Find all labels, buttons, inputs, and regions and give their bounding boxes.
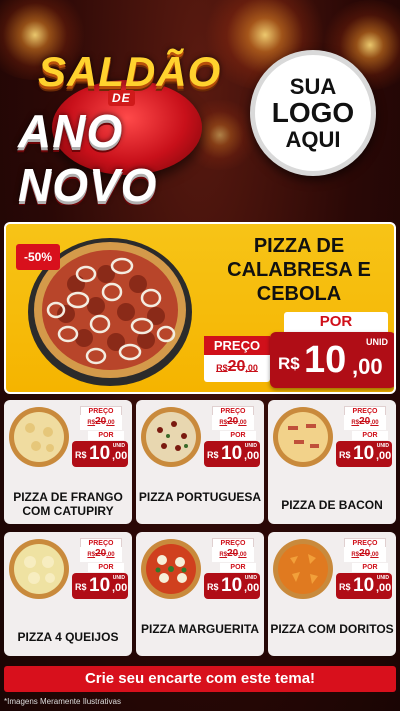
logo-text-1: SUA xyxy=(289,74,337,100)
header-banner: SALDÃO DE ANO NOVO SUA LOGO AQUI xyxy=(0,0,400,205)
disclaimer-text: *Imagens Meramente Ilustrativas xyxy=(4,697,121,706)
pizza-marguerita-image xyxy=(141,539,201,599)
preco-label: PREÇO xyxy=(204,336,270,355)
old-price: R$20,00 xyxy=(212,547,254,562)
product-card[interactable]: PREÇO R$20,00 POR UNID R$ 10 ,00 PIZZA M… xyxy=(136,532,264,656)
price-tag: UNID R$ 10 ,00 xyxy=(204,441,260,467)
old-price: R$20,00 xyxy=(80,547,122,562)
unid-label: UNID xyxy=(366,337,388,347)
por-label: POR xyxy=(352,563,388,572)
old-price: R$20,00 xyxy=(212,415,254,430)
featured-product[interactable]: -50% PIZZA DE CALABRESA E CEBOLA POR PRE… xyxy=(4,222,396,394)
product-card[interactable]: PREÇO R$20,00 POR UNID R$ 10 ,00 PIZZA 4… xyxy=(4,532,132,656)
por-label: POR xyxy=(220,431,256,440)
discount-badge: -50% xyxy=(16,244,61,270)
logo-text-2: LOGO xyxy=(271,97,355,129)
por-label: POR xyxy=(220,563,256,572)
price-decimal: ,00 xyxy=(352,354,383,379)
pizza-portuguesa-image xyxy=(141,407,201,467)
price-tag: UNID R$ 10 ,00 xyxy=(336,441,392,467)
flyer: SALDÃO DE ANO NOVO SUA LOGO AQUI -50% PI… xyxy=(0,0,400,711)
featured-product-name: PIZZA DE CALABRESA E CEBOLA xyxy=(227,235,371,305)
product-card[interactable]: PREÇO R$20,00 POR UNID R$ 10 ,00 PIZZA C… xyxy=(268,532,396,656)
old-price: R$20,00 xyxy=(344,547,386,562)
old-price: R$20,00 xyxy=(216,358,258,375)
price-currency: R$ xyxy=(278,354,300,373)
pizza-4-queijos-image xyxy=(9,539,69,599)
por-label: POR xyxy=(284,312,388,332)
price-tag: UNID R$ 10 ,00 xyxy=(72,573,128,599)
promo-title: SALDÃO DE ANO NOVO xyxy=(12,40,242,205)
product-name: PIZZA DE BACON xyxy=(281,498,383,512)
price-integer: 10 xyxy=(304,339,347,381)
pizza-frango-image xyxy=(9,407,69,467)
logo-text-3: AQUI xyxy=(285,126,341,152)
product-card[interactable]: PREÇO R$20,00 POR UNID R$ 10 ,00 PIZZA P… xyxy=(136,400,264,524)
pizza-doritos-image xyxy=(273,539,333,599)
product-name: PIZZA DE FRANGO COM CATUPIRY xyxy=(13,490,123,519)
product-card[interactable]: PREÇO R$20,00 POR UNID R$ 10 ,00 PIZZA D… xyxy=(4,400,132,524)
por-label: POR xyxy=(352,431,388,440)
por-label: POR xyxy=(88,431,124,440)
product-name: PIZZA MARGUERITA xyxy=(141,622,259,636)
new-price-tag: UNID R$ 10 ,00 xyxy=(270,332,394,388)
old-price: R$20,00 xyxy=(344,415,386,430)
price-tag: UNID R$ 10 ,00 xyxy=(336,573,392,599)
product-name: PIZZA PORTUGUESA xyxy=(138,490,262,504)
cta-button[interactable]: Crie seu encarte com este tema! xyxy=(4,666,396,692)
product-card[interactable]: PREÇO R$20,00 POR UNID R$ 10 ,00 PIZZA D… xyxy=(268,400,396,524)
product-name: PIZZA 4 QUEIJOS xyxy=(17,630,119,644)
title-line-2: ANO NOVO xyxy=(18,105,158,205)
por-label: POR xyxy=(88,563,124,572)
price-tag: UNID R$ 10 ,00 xyxy=(72,441,128,467)
old-price-box: PREÇO R$20,00 xyxy=(204,336,270,382)
old-price: R$20,00 xyxy=(80,415,122,430)
pizza-bacon-image xyxy=(273,407,333,467)
logo-placeholder[interactable]: SUA LOGO AQUI xyxy=(250,50,376,176)
price-tag: UNID R$ 10 ,00 xyxy=(204,573,260,599)
title-line-1: SALDÃO xyxy=(38,48,222,95)
product-name: PIZZA COM DORITOS xyxy=(270,622,394,636)
